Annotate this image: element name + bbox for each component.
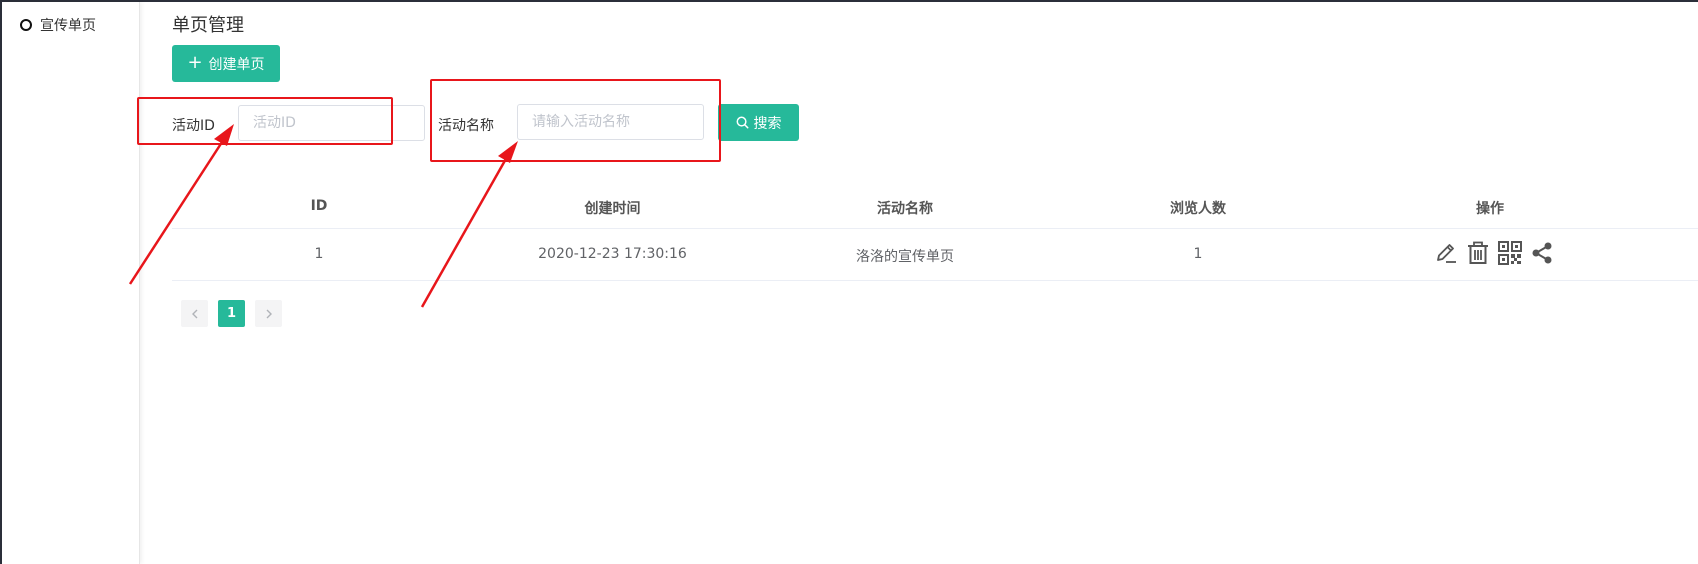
chevron-left-icon [191, 309, 197, 318]
table-row-divider [172, 280, 1698, 281]
annotation-box-id [137, 97, 393, 145]
sidebar-item-label: 宣传单页 [40, 18, 96, 34]
edit-icon[interactable] [1433, 240, 1459, 266]
page-title: 单页管理 [172, 15, 244, 36]
sidebar: 宣传单页 [2, 2, 140, 564]
delete-icon[interactable] [1465, 240, 1491, 266]
qrcode-icon[interactable] [1497, 240, 1523, 266]
annotation-box-name [430, 79, 721, 162]
cell-views: 1 [1193, 246, 1203, 262]
column-header-id: ID [310, 198, 328, 214]
circle-icon [20, 19, 32, 31]
column-header-created: 创建时间 [584, 201, 641, 217]
create-page-label: 创建单页 [208, 56, 265, 73]
search-icon [736, 116, 748, 129]
pagination-next-button[interactable] [255, 300, 282, 327]
plus-icon: + [187, 51, 203, 73]
table-header-divider [172, 228, 1698, 229]
cell-id: 1 [314, 246, 324, 262]
pagination-prev-button[interactable] [181, 300, 208, 327]
column-header-views: 浏览人数 [1170, 201, 1226, 217]
cell-name: 洛洛的宣传单页 [856, 249, 954, 265]
pagination-page-1[interactable]: 1 [218, 300, 245, 327]
column-header-actions: 操作 [1476, 201, 1504, 217]
share-icon[interactable] [1529, 240, 1555, 266]
search-label: 搜索 [753, 115, 782, 132]
column-header-name: 活动名称 [877, 201, 933, 217]
sidebar-item-flyer[interactable]: 宣传单页 [20, 15, 96, 35]
search-button[interactable]: 搜索 [718, 104, 799, 141]
annotation-arrow-name-shaft [420, 156, 509, 308]
create-page-button[interactable]: + 创建单页 [172, 45, 280, 82]
window-top-border [0, 0, 1698, 2]
chevron-right-icon [266, 309, 272, 318]
cell-created: 2020-12-23 17:30:16 [538, 246, 687, 262]
annotation-arrows [128, 124, 518, 308]
annotation-arrow-id-shaft [128, 138, 226, 285]
row-actions [1433, 240, 1555, 266]
